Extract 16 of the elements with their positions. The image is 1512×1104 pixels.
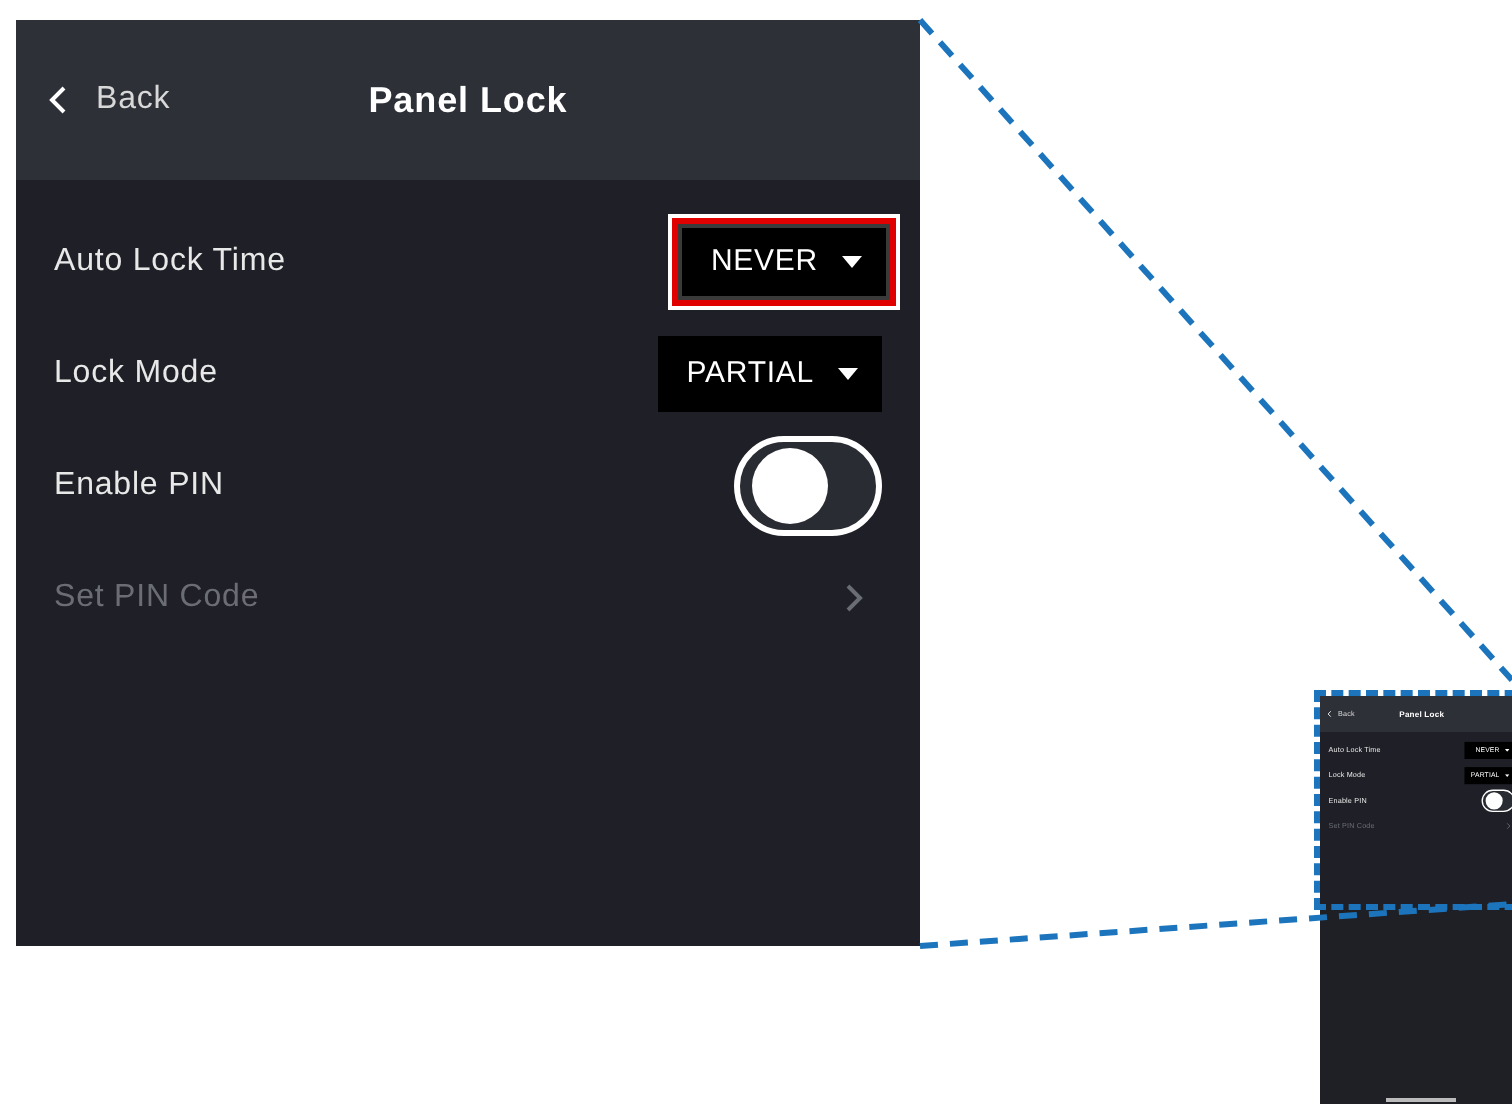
back-button[interactable]: Back — [48, 76, 171, 124]
chevron-right-icon — [844, 582, 864, 614]
toggle-switch[interactable] — [1481, 789, 1512, 813]
setting-label: Enable PIN — [54, 466, 224, 506]
page-title: Panel Lock — [368, 77, 568, 123]
dropdown[interactable]: PARTIAL — [658, 336, 882, 412]
setting-label: Lock Mode — [54, 354, 218, 394]
chevron-left-icon — [48, 84, 68, 116]
caret-icon — [838, 368, 858, 380]
dropdown[interactable]: NEVER — [678, 224, 890, 300]
caret-icon — [1504, 749, 1510, 752]
setting-label: Set PIN Code — [54, 578, 260, 618]
caret-icon — [1504, 774, 1510, 777]
setting-label: Auto Lock Time — [54, 242, 286, 282]
toggle-switch[interactable] — [734, 436, 882, 536]
caret-icon — [842, 256, 862, 268]
